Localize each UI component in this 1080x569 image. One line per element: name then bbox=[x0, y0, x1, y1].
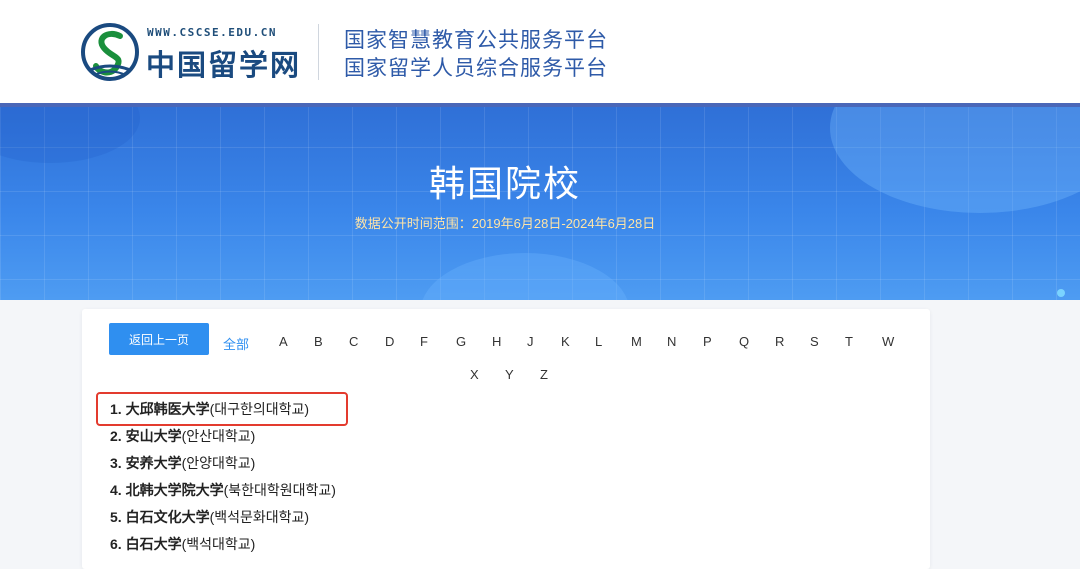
filter-letter-c[interactable]: C bbox=[349, 334, 358, 349]
page-banner: 韩国院校 数据公开时间范围：2019年6月28日-2024年6月28日 bbox=[0, 103, 1080, 300]
school-name: 安山大学 bbox=[125, 428, 182, 444]
filter-letter-y[interactable]: Y bbox=[505, 367, 514, 382]
filter-letter-z[interactable]: Z bbox=[540, 367, 548, 382]
school-name: 白石文化大学 bbox=[125, 509, 210, 525]
filter-letter-g[interactable]: G bbox=[456, 334, 466, 349]
filter-letter-x[interactable]: X bbox=[470, 367, 479, 382]
banner-top-strip bbox=[0, 103, 1080, 107]
filter-letter-m[interactable]: M bbox=[631, 334, 642, 349]
school-list-item[interactable]: 1. 大邱韩医大学(대구한의대학교) bbox=[110, 399, 336, 426]
school-name: 北韩大学院大学 bbox=[125, 482, 224, 498]
filter-letter-p[interactable]: P bbox=[703, 334, 712, 349]
platform-title-line2: 国家留学人员综合服务平台 bbox=[344, 57, 608, 80]
filter-letter-b[interactable]: B bbox=[314, 334, 323, 349]
school-list-item[interactable]: 5. 白石文化大学(백석문화대학교) bbox=[110, 507, 336, 534]
school-list: 1. 大邱韩医大学(대구한의대학교) 2. 安山大学(안산대학교) 3. 安养大学(… bbox=[110, 399, 336, 561]
filter-all[interactable]: 全部 bbox=[223, 334, 249, 353]
header-divider bbox=[318, 24, 319, 80]
school-korean-name: (안산대학교) bbox=[181, 428, 256, 444]
filter-letter-l[interactable]: L bbox=[595, 334, 602, 349]
school-name: 大邱韩医大学 bbox=[125, 401, 210, 417]
school-korean-name: (백석문화대학교) bbox=[209, 509, 310, 525]
school-number: 5. bbox=[110, 509, 122, 525]
school-number: 6. bbox=[110, 536, 122, 552]
school-korean-name: (북한대학원대학교) bbox=[223, 482, 336, 498]
platform-title-line1: 国家智慧教育公共服务平台 bbox=[344, 29, 608, 52]
logo-name-text: 中国留学网 bbox=[146, 48, 302, 82]
filter-letter-n[interactable]: N bbox=[667, 334, 676, 349]
logo-url-text: WWW.CSCSE.EDU.CN bbox=[147, 26, 277, 39]
filter-letter-k[interactable]: K bbox=[561, 334, 570, 349]
site-header: WWW.CSCSE.EDU.CN 中国留学网 国家智慧教育公共服务平台 国家留学… bbox=[0, 0, 1080, 103]
data-date-range: 数据公开时间范围：2019年6月28日-2024年6月28日 bbox=[354, 216, 656, 231]
school-list-item[interactable]: 4. 北韩大学院大学(북한대학원대학교) bbox=[110, 480, 336, 507]
filter-letter-j[interactable]: J bbox=[527, 334, 534, 349]
filter-letter-t[interactable]: T bbox=[845, 334, 853, 349]
school-number: 2. bbox=[110, 428, 122, 444]
school-number: 1. bbox=[110, 401, 122, 417]
filter-letter-f[interactable]: F bbox=[420, 334, 428, 349]
filter-letter-a[interactable]: A bbox=[279, 334, 288, 349]
filter-letter-r[interactable]: R bbox=[775, 334, 784, 349]
school-number: 4. bbox=[110, 482, 122, 498]
school-list-item[interactable]: 2. 安山大学(안산대학교) bbox=[110, 426, 336, 453]
school-list-card: 返回上一页 全部 A B C D F G H J K L M N P Q R S T W X Y Z 1. 大邱韩医大学… bbox=[82, 309, 930, 569]
school-korean-name: (대구한의대학교) bbox=[209, 401, 310, 417]
filter-letter-h[interactable]: H bbox=[492, 334, 501, 349]
back-button[interactable]: 返回上一页 bbox=[109, 323, 209, 355]
platform-titles: 国家智慧教育公共服务平台 国家留学人员综合服务平台 bbox=[344, 27, 608, 83]
school-list-item[interactable]: 3. 安养大学(안양대학교) bbox=[110, 453, 336, 480]
school-name: 白石大学 bbox=[125, 536, 182, 552]
filter-letter-s[interactable]: S bbox=[810, 334, 819, 349]
filter-letter-w[interactable]: W bbox=[882, 334, 894, 349]
banner-dot-decoration bbox=[1057, 289, 1065, 297]
school-number: 3. bbox=[110, 455, 122, 471]
filter-letter-q[interactable]: Q bbox=[739, 334, 749, 349]
school-korean-name: (안양대학교) bbox=[181, 455, 256, 471]
cscse-logo-icon bbox=[81, 23, 139, 81]
school-korean-name: (백석대학교) bbox=[181, 536, 256, 552]
filter-letter-d[interactable]: D bbox=[385, 334, 394, 349]
site-logo[interactable]: WWW.CSCSE.EDU.CN 中国留学网 bbox=[80, 22, 299, 84]
page-title: 韩国院校 bbox=[428, 163, 581, 204]
school-name: 安养大学 bbox=[125, 455, 182, 471]
